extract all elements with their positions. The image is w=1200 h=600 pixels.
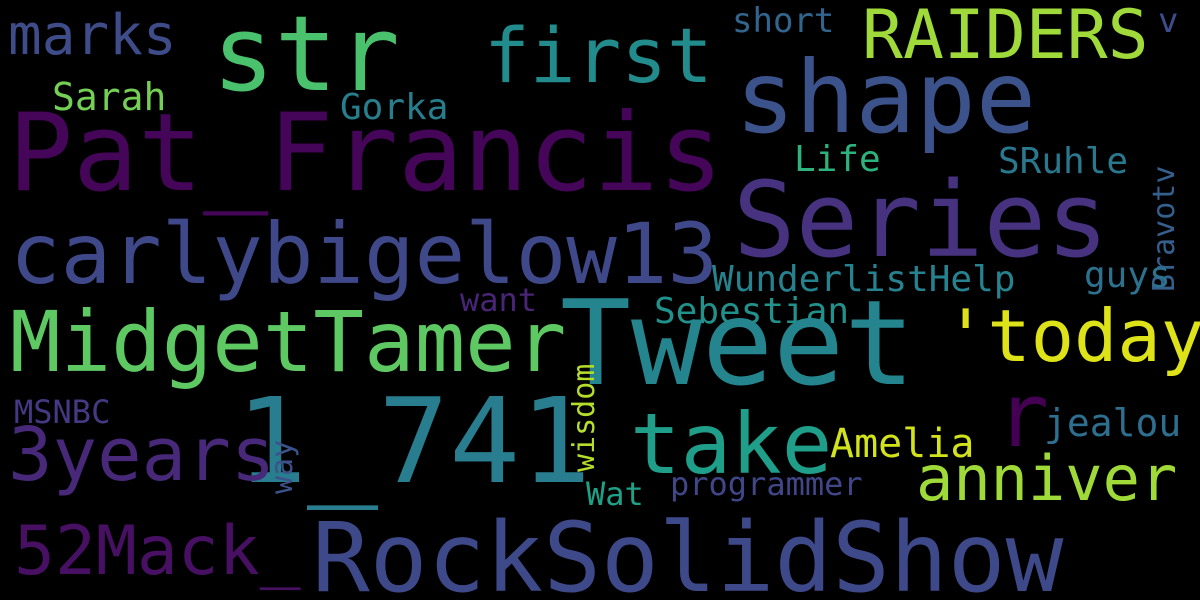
word-shape: shape (735, 39, 1037, 156)
word-anniver: anniver (916, 442, 1178, 515)
word-quote-today: 'today (944, 294, 1200, 378)
word-cloud: str marks first RAIDERS short v shape Sarah Gork… (0, 0, 1200, 600)
word-v: v (1158, 1, 1179, 41)
word-marks: marks (8, 3, 177, 68)
word-rocksolidshow: RockSolidShow (312, 502, 1064, 600)
word-programmer: programmer (670, 465, 863, 503)
word-pat-francis: Pat_Francis (8, 91, 724, 216)
word-guys: guys (1084, 255, 1171, 296)
word-series: Series (733, 159, 1109, 281)
word-way: way (265, 439, 300, 494)
word-52mack: 52Mack_ (14, 512, 301, 591)
word-3years: 3years (8, 412, 276, 498)
word-short: short (732, 1, 835, 41)
word-jealou: jealou (1044, 401, 1182, 445)
word-tweet: Tweet (560, 274, 916, 412)
word-first: first (484, 11, 713, 100)
